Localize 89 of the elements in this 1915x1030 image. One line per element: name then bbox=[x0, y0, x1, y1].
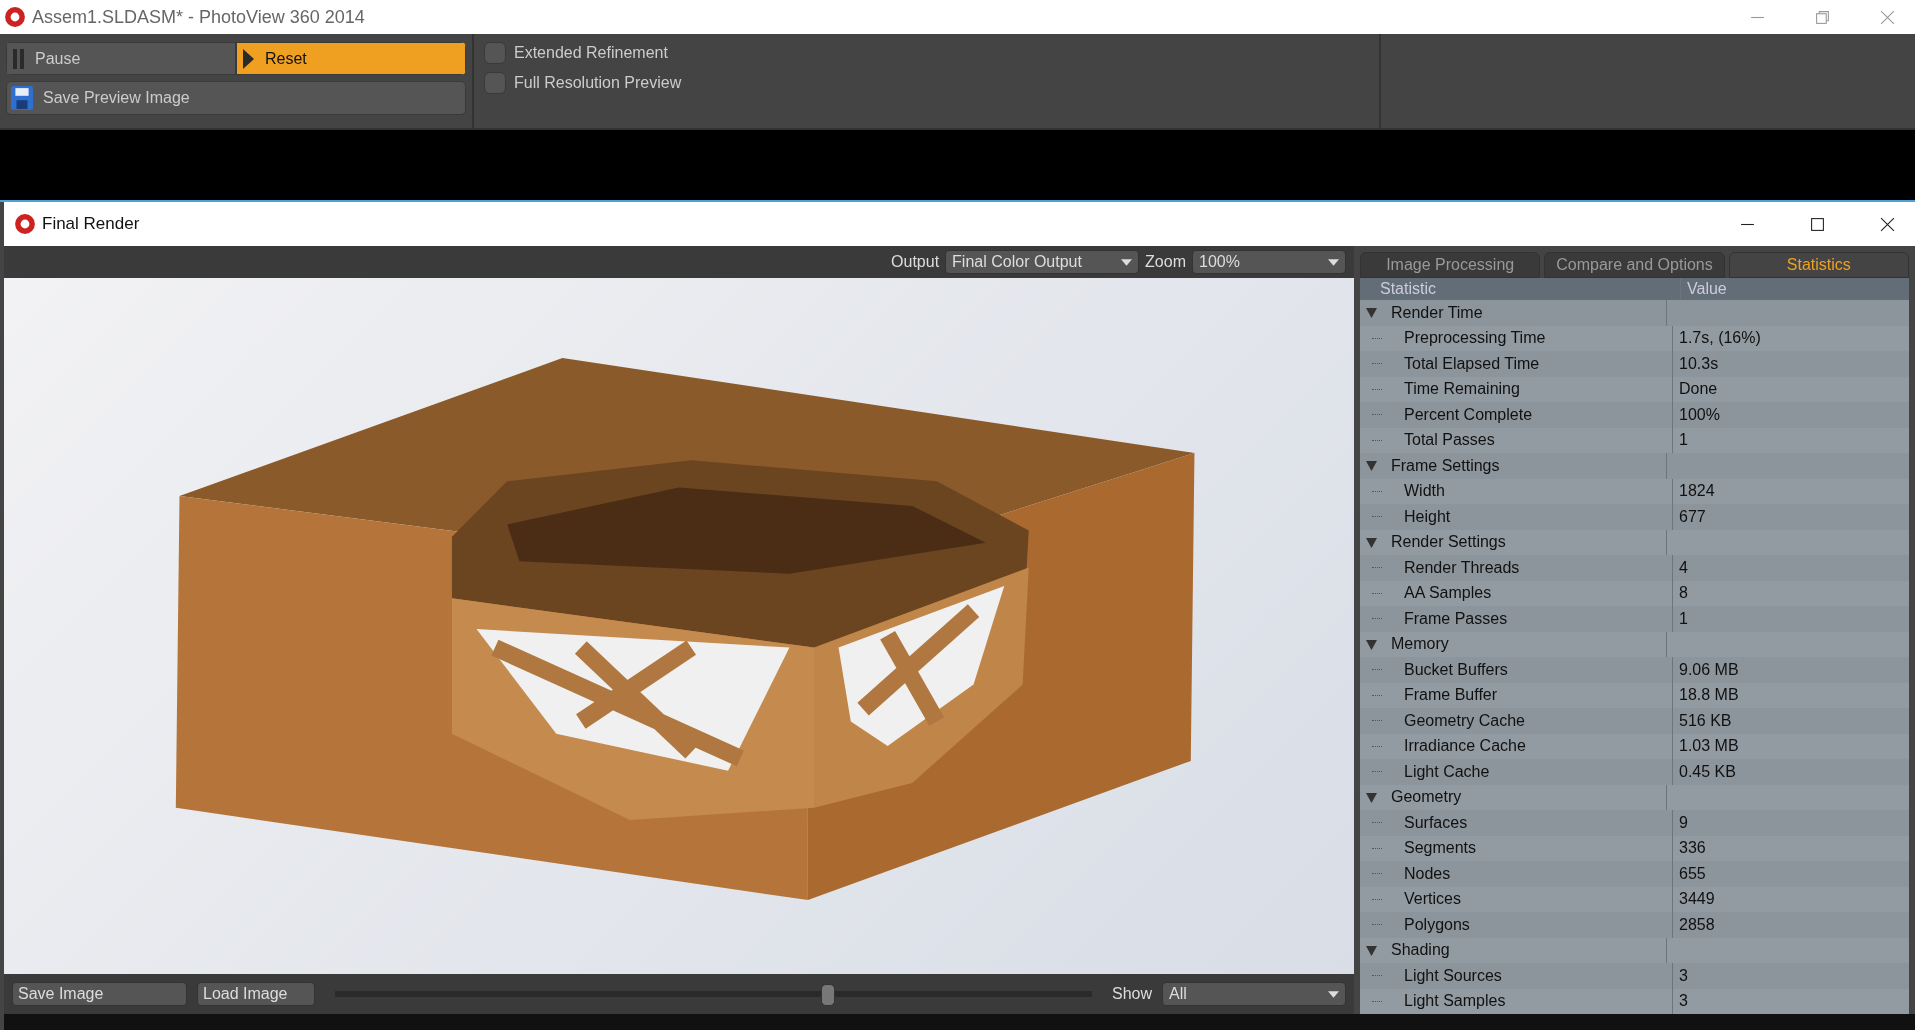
statistic-name: Irradiance Cache bbox=[1404, 737, 1526, 756]
statistic-value: 1.7s, (16%) bbox=[1679, 329, 1761, 348]
show-dropdown[interactable]: All bbox=[1162, 982, 1346, 1006]
close-icon[interactable] bbox=[1880, 216, 1895, 232]
tab[interactable]: Statistics bbox=[1728, 252, 1909, 278]
statistic-name: Percent Complete bbox=[1404, 405, 1533, 424]
maximize-icon[interactable] bbox=[1810, 216, 1825, 232]
statistic-value: 516 KB bbox=[1679, 711, 1732, 730]
statistic-name: Total Elapsed Time bbox=[1404, 354, 1540, 373]
window-title: Final Render bbox=[42, 214, 140, 234]
expand-arrow-icon[interactable] bbox=[1366, 638, 1377, 650]
statistic-value: 1824 bbox=[1679, 482, 1715, 501]
statistic-value: 677 bbox=[1679, 507, 1706, 526]
load-image-button[interactable]: Load Image bbox=[197, 982, 315, 1006]
statistic-value: 0.45 KB bbox=[1679, 762, 1736, 781]
statistic-value: 9.06 MB bbox=[1679, 660, 1739, 679]
statistic-name: Preprocessing Time bbox=[1404, 329, 1546, 348]
tab[interactable]: Compare and Options bbox=[1544, 252, 1725, 278]
zoom-label: Zoom bbox=[1145, 253, 1186, 271]
caret-icon bbox=[1328, 258, 1339, 266]
output-dropdown[interactable]: Final Color Output bbox=[945, 250, 1140, 274]
caret-icon bbox=[1121, 258, 1133, 266]
statistic-value: 10.3s bbox=[1679, 354, 1719, 373]
statistic-name: Surfaces bbox=[1404, 813, 1468, 832]
statistic-value: 3 bbox=[1679, 992, 1688, 1011]
statistic-name: Vertices bbox=[1404, 890, 1461, 909]
tree-group-label[interactable]: Render Time bbox=[1391, 303, 1483, 322]
expand-arrow-icon[interactable] bbox=[1366, 791, 1377, 803]
reset-button[interactable]: Reset bbox=[236, 42, 466, 75]
expand-arrow-icon[interactable] bbox=[1366, 944, 1377, 956]
statistic-name: Light Sources bbox=[1404, 966, 1502, 985]
app-logo-icon bbox=[4, 6, 26, 28]
statistic-name: Frame Passes bbox=[1404, 609, 1508, 628]
statistic-value: 1.03 MB bbox=[1679, 737, 1739, 756]
statistic-name: Total Passes bbox=[1404, 431, 1495, 450]
expand-arrow-icon[interactable] bbox=[1366, 536, 1377, 548]
output-label: Output bbox=[891, 253, 940, 271]
statistic-value: 2858 bbox=[1679, 915, 1715, 934]
statistic-name: Bucket Buffers bbox=[1404, 660, 1508, 679]
expand-arrow-icon[interactable] bbox=[1366, 307, 1377, 319]
statistic-value: 1 bbox=[1679, 609, 1688, 628]
zoom-dropdown[interactable]: 100% bbox=[1192, 250, 1346, 274]
tree-group-label[interactable]: Memory bbox=[1391, 635, 1449, 654]
tree-group-label[interactable]: Render Settings bbox=[1391, 533, 1506, 552]
statistic-name: Frame Buffer bbox=[1404, 686, 1498, 705]
column-header: Value bbox=[1686, 279, 1728, 299]
checkbox[interactable] bbox=[484, 42, 506, 64]
statistic-value: 8 bbox=[1679, 584, 1688, 603]
tree-group-label[interactable]: Geometry bbox=[1391, 788, 1462, 807]
save-preview-button[interactable]: Save Preview Image bbox=[6, 81, 466, 115]
tab[interactable]: Image Processing bbox=[1360, 252, 1541, 278]
caret-icon bbox=[1328, 990, 1339, 998]
statistic-name: Time Remaining bbox=[1404, 380, 1520, 399]
statistic-value: 4 bbox=[1679, 558, 1688, 577]
statistic-name: Render Threads bbox=[1404, 558, 1520, 577]
column-header: Statistic bbox=[1360, 278, 1681, 300]
statistic-name: Geometry Cache bbox=[1404, 711, 1525, 730]
statistic-name: Polygons bbox=[1404, 915, 1470, 934]
statistic-name: Nodes bbox=[1404, 864, 1451, 883]
expand-arrow-icon[interactable] bbox=[1366, 460, 1377, 472]
statistic-value: 3449 bbox=[1679, 890, 1715, 909]
show-label: Show bbox=[1111, 985, 1152, 1003]
tree-group-label[interactable]: Frame Settings bbox=[1391, 456, 1500, 475]
statistic-value: 18.8 MB bbox=[1679, 686, 1739, 705]
statistic-name: Light Samples bbox=[1404, 992, 1506, 1011]
app-logo-icon bbox=[14, 213, 36, 235]
pause-button[interactable]: Pause bbox=[6, 42, 236, 75]
window-title: Assem1.SLDASM* - PhotoView 360 2014 bbox=[32, 6, 365, 28]
checkbox-label: Extended Refinement bbox=[514, 44, 668, 62]
restore-icon[interactable] bbox=[1815, 9, 1830, 25]
statistic-value: Done bbox=[1679, 380, 1718, 399]
save-image-button[interactable]: Save Image bbox=[12, 982, 187, 1006]
checkbox-label: Full Resolution Preview bbox=[514, 74, 682, 92]
statistic-value: 9 bbox=[1679, 813, 1688, 832]
statistic-name: Segments bbox=[1404, 839, 1477, 858]
tree-group-label[interactable]: Shading bbox=[1391, 941, 1450, 960]
statistic-value: 3 bbox=[1679, 966, 1688, 985]
statistic-value: 1 bbox=[1679, 431, 1688, 450]
play-icon bbox=[243, 47, 255, 70]
pause-icon bbox=[13, 47, 25, 70]
statistic-name: Light Cache bbox=[1404, 762, 1490, 781]
statistic-name: Height bbox=[1404, 507, 1451, 526]
checkbox[interactable] bbox=[484, 72, 506, 94]
statistic-name: Width bbox=[1404, 482, 1445, 501]
statistic-value: 655 bbox=[1679, 864, 1706, 883]
statistic-value: 100% bbox=[1679, 405, 1720, 424]
statistic-name: AA Samples bbox=[1404, 584, 1492, 603]
statistic-value: 336 bbox=[1679, 839, 1706, 858]
slider-thumb[interactable] bbox=[821, 984, 835, 1006]
